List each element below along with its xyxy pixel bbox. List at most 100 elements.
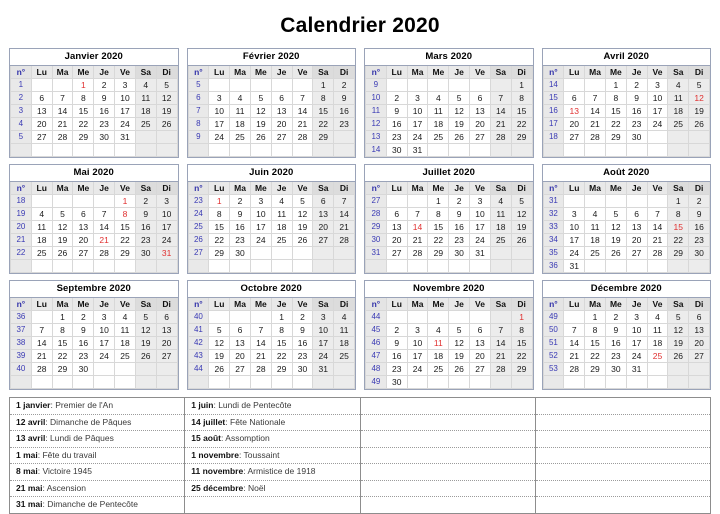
day-cell[interactable]: 21	[291, 117, 314, 131]
day-cell[interactable]	[489, 143, 512, 157]
day-cell[interactable]: 4	[489, 194, 512, 208]
day-cell[interactable]: 13	[469, 104, 491, 118]
day-cell[interactable]: 10	[469, 207, 491, 221]
day-cell[interactable]: 13	[688, 323, 710, 337]
day-cell[interactable]: 5	[208, 323, 231, 337]
day-cell[interactable]	[134, 362, 157, 376]
day-cell[interactable]: 11	[427, 336, 450, 350]
day-cell[interactable]	[249, 246, 272, 260]
day-cell[interactable]: 10	[625, 323, 648, 337]
day-cell[interactable]: 19	[51, 233, 74, 247]
day-cell[interactable]	[270, 78, 293, 92]
day-cell[interactable]	[291, 78, 314, 92]
day-cell[interactable]: 25	[427, 362, 450, 376]
day-cell[interactable]	[448, 78, 471, 92]
day-cell[interactable]: 3	[646, 78, 669, 92]
day-cell[interactable]: 18	[229, 117, 251, 131]
day-cell[interactable]	[469, 78, 491, 92]
day-cell[interactable]: 4	[427, 323, 450, 337]
day-cell[interactable]	[427, 310, 450, 324]
day-cell[interactable]	[51, 78, 74, 92]
day-cell[interactable]: 15	[584, 336, 606, 350]
day-cell[interactable]: 23	[72, 349, 95, 363]
day-cell[interactable]: 3	[406, 91, 429, 105]
day-cell[interactable]: 19	[604, 233, 627, 247]
day-cell[interactable]	[155, 130, 178, 144]
day-cell[interactable]: 12	[448, 336, 471, 350]
day-cell[interactable]: 3	[114, 78, 136, 92]
day-cell[interactable]: 21	[333, 220, 355, 234]
day-cell[interactable]	[604, 259, 627, 273]
day-cell[interactable]: 21	[249, 349, 272, 363]
day-cell[interactable]: 10	[406, 336, 429, 350]
day-cell[interactable]: 25	[229, 130, 251, 144]
day-cell[interactable]: 22	[510, 117, 533, 131]
day-cell[interactable]: 2	[625, 78, 648, 92]
day-cell[interactable]: 2	[93, 78, 116, 92]
day-cell[interactable]: 14	[563, 336, 586, 350]
day-cell[interactable]: 21	[406, 233, 429, 247]
day-cell[interactable]: 11	[229, 104, 251, 118]
day-cell[interactable]: 13	[229, 336, 251, 350]
day-cell[interactable]: 24	[249, 233, 272, 247]
day-cell[interactable]: 4	[270, 194, 293, 208]
day-cell[interactable]: 22	[208, 233, 231, 247]
day-cell[interactable]: 19	[155, 104, 178, 118]
day-cell[interactable]: 1	[510, 78, 533, 92]
day-cell[interactable]: 27	[155, 349, 178, 363]
day-cell[interactable]: 19	[291, 220, 314, 234]
day-cell[interactable]: 2	[688, 194, 710, 208]
day-cell[interactable]: 6	[469, 323, 491, 337]
day-cell[interactable]	[563, 194, 586, 208]
day-cell[interactable]	[469, 310, 491, 324]
day-cell[interactable]: 24	[563, 246, 586, 260]
day-cell[interactable]	[385, 194, 408, 208]
day-cell[interactable]: 18	[30, 233, 53, 247]
day-cell[interactable]: 13	[469, 336, 491, 350]
day-cell[interactable]: 9	[229, 207, 251, 221]
day-cell[interactable]: 7	[249, 323, 272, 337]
day-cell[interactable]: 4	[427, 91, 450, 105]
day-cell[interactable]: 2	[229, 194, 251, 208]
day-cell[interactable]: 18	[646, 336, 669, 350]
day-cell[interactable]: 12	[448, 104, 471, 118]
day-cell[interactable]: 3	[563, 207, 586, 221]
day-cell[interactable]: 27	[270, 130, 293, 144]
day-cell[interactable]: 28	[291, 130, 314, 144]
day-cell[interactable]: 9	[385, 104, 408, 118]
day-cell[interactable]: 30	[93, 130, 116, 144]
day-cell[interactable]: 9	[72, 323, 95, 337]
day-cell[interactable]: 20	[469, 117, 491, 131]
day-cell[interactable]	[72, 194, 95, 208]
day-cell[interactable]: 3	[155, 194, 178, 208]
day-cell[interactable]: 22	[510, 349, 533, 363]
day-cell[interactable]: 26	[249, 130, 272, 144]
day-cell[interactable]: 14	[406, 220, 429, 234]
day-cell[interactable]: 6	[72, 207, 95, 221]
day-cell[interactable]: 6	[563, 91, 586, 105]
day-cell[interactable]: 16	[93, 104, 116, 118]
day-cell[interactable]	[584, 259, 606, 273]
day-cell[interactable]: 12	[510, 207, 533, 221]
day-cell[interactable]: 6	[30, 91, 53, 105]
day-cell[interactable]: 12	[208, 336, 231, 350]
day-cell[interactable]	[625, 194, 648, 208]
day-cell[interactable]: 18	[667, 104, 690, 118]
day-cell[interactable]: 30	[625, 130, 648, 144]
day-cell[interactable]	[604, 194, 627, 208]
day-cell[interactable]: 31	[469, 246, 491, 260]
day-cell[interactable]: 4	[584, 207, 606, 221]
day-cell[interactable]	[489, 310, 512, 324]
day-cell[interactable]: 10	[563, 220, 586, 234]
day-cell[interactable]: 27	[312, 233, 335, 247]
day-cell[interactable]: 15	[312, 104, 335, 118]
day-cell[interactable]: 23	[134, 233, 157, 247]
day-cell[interactable]: 14	[489, 336, 512, 350]
day-cell[interactable]	[291, 246, 314, 260]
day-cell[interactable]: 17	[625, 336, 648, 350]
day-cell[interactable]: 1	[584, 310, 606, 324]
day-cell[interactable]: 11	[270, 207, 293, 221]
day-cell[interactable]: 4	[114, 310, 136, 324]
day-cell[interactable]: 23	[93, 117, 116, 131]
day-cell[interactable]: 14	[249, 336, 272, 350]
